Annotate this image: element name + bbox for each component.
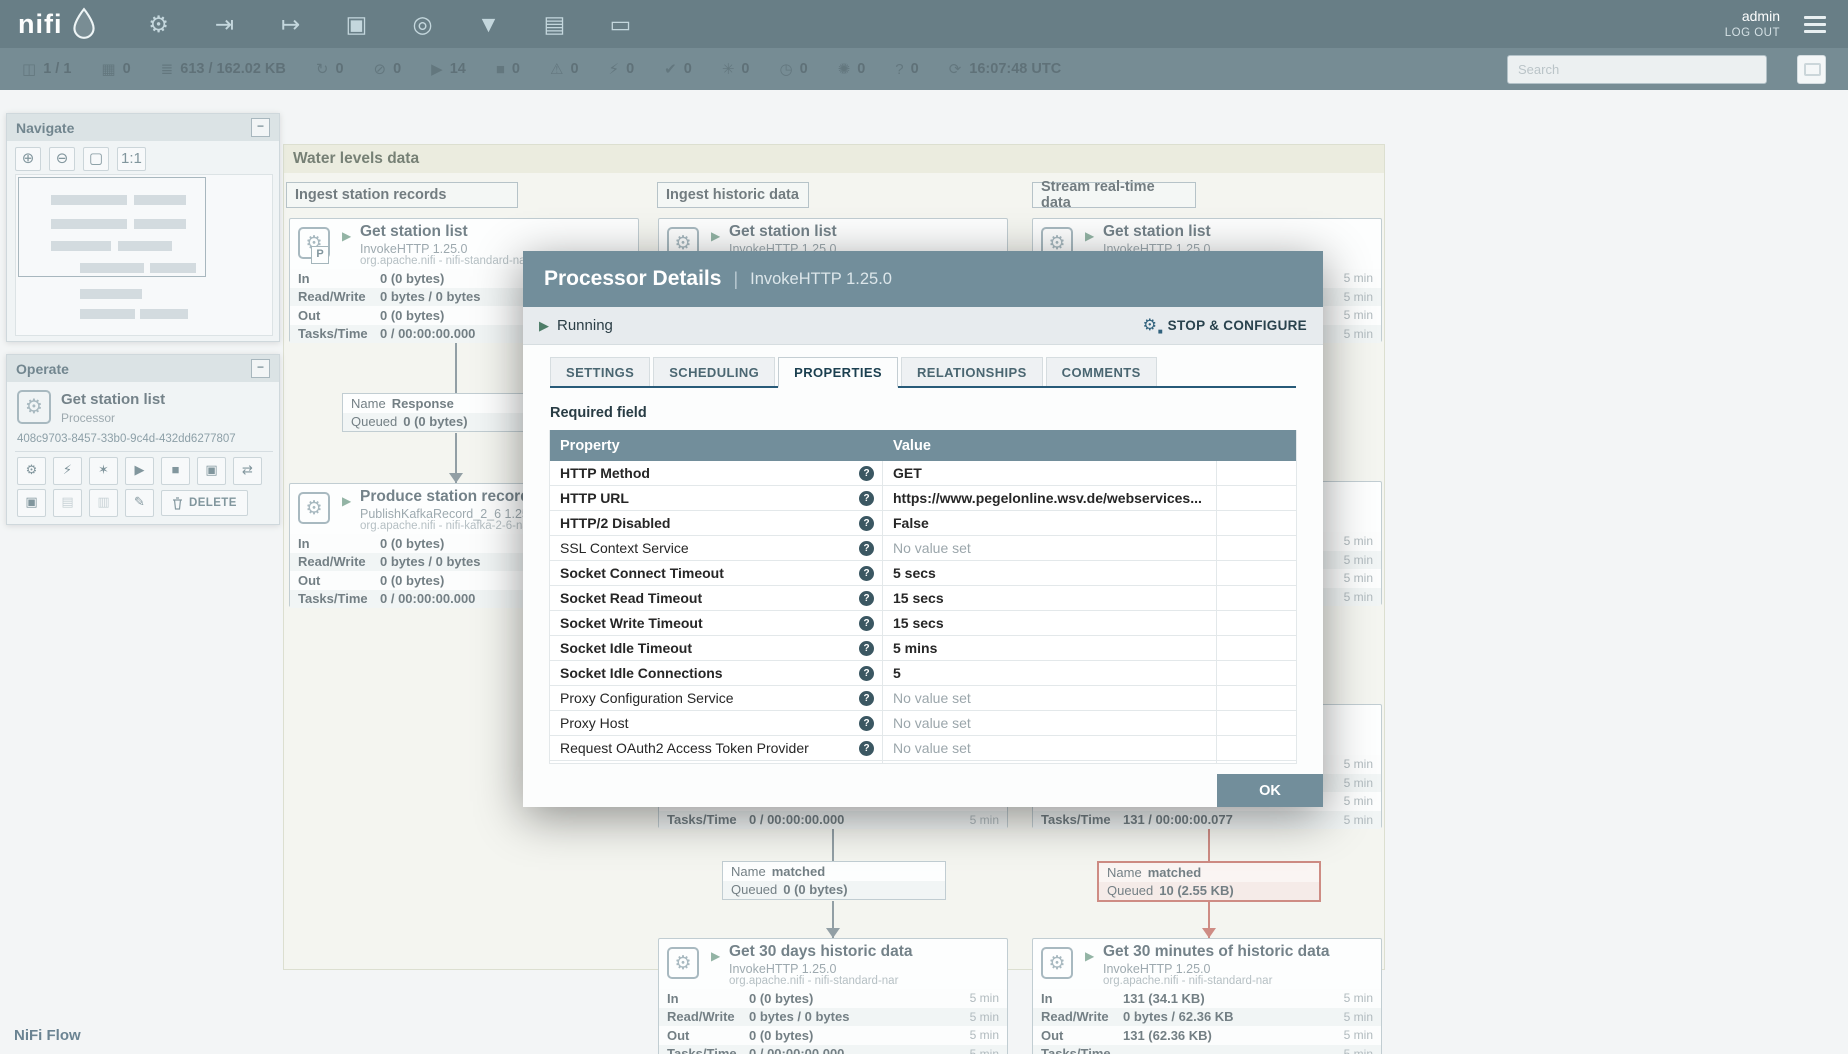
stop-configure-button[interactable]: ⚙ ■ STOP & CONFIGURE [1142, 316, 1307, 336]
properties-table-header: Property Value [550, 430, 1296, 461]
nifi-app: nifi ⚙ ⇥ ↦ ▣ ◎ ▼ ▤ ▭ admin LOG OUT ◫ 1 / 1 ▦ 0 ≣ 613… [0, 0, 1848, 1054]
property-value: No value set [883, 536, 1217, 560]
help-icon[interactable]: ? [859, 640, 874, 656]
property-value: 5 secs [883, 561, 1217, 585]
tab-scheduling[interactable]: SCHEDULING [653, 357, 776, 386]
required-field-label: Required field [550, 405, 647, 421]
dialog-status-row: ▶ Running ⚙ ■ STOP & CONFIGURE [523, 307, 1323, 345]
properties-table: Property Value HTTP Method? GET HTTP URL? h… [549, 430, 1297, 764]
property-row: Socket Write Timeout? 15 secs [550, 611, 1296, 636]
help-icon[interactable]: ? [859, 565, 874, 581]
property-value: GET [883, 461, 1217, 485]
property-name: HTTP Method [560, 465, 650, 481]
property-value: No value set [883, 736, 1217, 760]
help-icon[interactable]: ? [859, 540, 874, 556]
dialog-title-separator: | [733, 268, 739, 289]
property-row: Request Username?No value set [550, 761, 1296, 763]
property-row: Socket Read Timeout? 15 secs [550, 586, 1296, 611]
property-name: Socket Idle Timeout [560, 640, 692, 656]
property-row: Socket Idle Connections? 5 [550, 661, 1296, 686]
property-name: SSL Context Service [560, 540, 689, 556]
property-name: Socket Connect Timeout [560, 565, 724, 581]
property-value: 15 secs [883, 586, 1217, 610]
property-row: SSL Context Service? No value set [550, 536, 1296, 561]
property-value: No value set [883, 711, 1217, 735]
property-name: Socket Write Timeout [560, 615, 703, 631]
help-icon[interactable]: ? [859, 690, 874, 706]
property-value: 5 mins [883, 636, 1217, 660]
property-row: HTTP Method? GET [550, 461, 1296, 486]
property-column-header: Property [560, 437, 620, 454]
property-name: Proxy Host [560, 715, 629, 731]
help-icon[interactable]: ? [859, 490, 874, 506]
help-icon[interactable]: ? [859, 715, 874, 731]
property-value: False [883, 511, 1217, 535]
run-status-label: Running [557, 317, 613, 334]
help-icon[interactable]: ? [859, 465, 874, 481]
help-icon[interactable]: ? [859, 615, 874, 631]
property-row: HTTP URL? https://www.pegelonline.wsv.de/… [550, 486, 1296, 511]
ok-button[interactable]: OK [1217, 774, 1323, 807]
properties-table-body: HTTP Method? GET HTTP URL? https://www.pege… [550, 461, 1296, 763]
property-name: HTTP URL [560, 490, 629, 506]
property-value: https://www.pegelonline.wsv.de/webservic… [883, 486, 1217, 510]
property-name: Socket Idle Connections [560, 665, 723, 681]
tab-settings[interactable]: SETTINGS [550, 357, 651, 386]
property-value: 5 [883, 661, 1217, 685]
help-icon[interactable]: ? [859, 665, 874, 681]
property-name: Proxy Configuration Service [560, 690, 734, 706]
tab-comments[interactable]: COMMENTS [1045, 357, 1157, 386]
property-name: Request OAuth2 Access Token Provider [560, 740, 809, 756]
property-name: HTTP/2 Disabled [560, 515, 671, 531]
property-row: Proxy Host? No value set [550, 711, 1296, 736]
property-value: 15 secs [883, 611, 1217, 635]
dialog-title: Processor Details [544, 267, 722, 290]
property-name: Socket Read Timeout [560, 590, 703, 606]
property-row: Proxy Configuration Service? No value set [550, 686, 1296, 711]
processor-details-dialog: Processor Details | InvokeHTTP 1.25.0 ▶ … [523, 251, 1323, 807]
stop-configure-icon: ⚙ ■ [1142, 316, 1163, 336]
running-icon: ▶ [539, 317, 549, 333]
property-value: No value set [883, 686, 1217, 710]
property-row: Socket Connect Timeout? 5 secs [550, 561, 1296, 586]
property-row: Socket Idle Timeout? 5 mins [550, 636, 1296, 661]
tab-properties[interactable]: PROPERTIES [778, 357, 898, 388]
dialog-tabbar: SETTINGS SCHEDULING PROPERTIES RELATIONSHIP… [550, 357, 1296, 388]
property-row: HTTP/2 Disabled? False [550, 511, 1296, 536]
dialog-subtitle: InvokeHTTP 1.25.0 [750, 269, 892, 288]
help-icon[interactable]: ? [859, 590, 874, 606]
help-icon[interactable]: ? [859, 740, 874, 756]
dialog-header: Processor Details | InvokeHTTP 1.25.0 [523, 251, 1323, 307]
help-icon[interactable]: ? [859, 515, 874, 531]
property-row: Request OAuth2 Access Token Provider? No … [550, 736, 1296, 761]
tab-relationships[interactable]: RELATIONSHIPS [900, 357, 1043, 386]
property-value: No value set [883, 761, 1217, 763]
value-column-header: Value [893, 437, 931, 454]
